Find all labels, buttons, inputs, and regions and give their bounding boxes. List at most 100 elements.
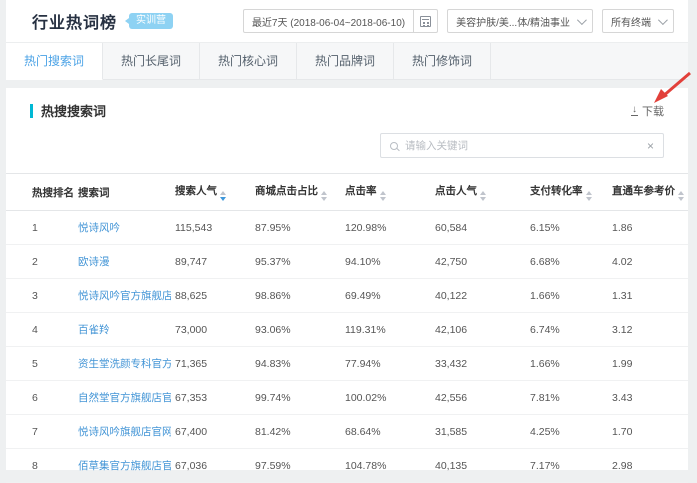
tab-hot-core-words[interactable]: 热门核心词 — [200, 43, 297, 80]
cell-rank: 2 — [6, 245, 74, 279]
col-header-mall-click-ratio[interactable]: 商城点击占比 — [251, 174, 341, 211]
cell-search-popularity: 73,000 — [171, 313, 251, 347]
toolbar: 最近7天 (2018-06-04~2018-06-10) 美容护肤/美...体/… — [243, 9, 674, 33]
cell-mall-click-ratio: 98.86% — [251, 279, 341, 313]
sort-icon — [321, 191, 327, 201]
cell-mall-click-ratio: 97.59% — [251, 449, 341, 483]
cell-keyword: 悦诗风吟 — [74, 211, 171, 245]
keyword-link[interactable]: 悦诗风吟官方旗舰店.. — [78, 290, 171, 302]
tab-hot-longtail-words[interactable]: 热门长尾词 — [103, 43, 200, 80]
cell-keyword: 佰草集官方旗舰店官网 — [74, 449, 171, 483]
keyword-link[interactable]: 自然堂官方旗舰店官.. — [78, 392, 171, 404]
tab-hot-brand-words[interactable]: 热门品牌词 — [297, 43, 394, 80]
cell-search-popularity: 115,543 — [171, 211, 251, 245]
calendar-button[interactable] — [413, 10, 437, 32]
table-row: 8 佰草集官方旗舰店官网 67,036 97.59% 104.78% 40,13… — [6, 449, 688, 483]
cell-click-popularity: 42,106 — [431, 313, 526, 347]
cell-keyword: 悦诗风吟官方旗舰店.. — [74, 279, 171, 313]
col-header-click-rate[interactable]: 点击率 — [341, 174, 431, 211]
cell-click-rate: 119.31% — [341, 313, 431, 347]
cell-pay-conversion: 7.81% — [526, 381, 608, 415]
cell-click-rate: 104.78% — [341, 449, 431, 483]
sort-icon — [678, 191, 684, 201]
cell-search-popularity: 71,365 — [171, 347, 251, 381]
cell-ztc-ref-price: 1.86 — [608, 211, 688, 245]
cell-click-rate: 77.94% — [341, 347, 431, 381]
cell-click-rate: 69.49% — [341, 279, 431, 313]
cell-search-popularity: 67,036 — [171, 449, 251, 483]
cell-click-popularity: 42,556 — [431, 381, 526, 415]
cell-ztc-ref-price: 3.12 — [608, 313, 688, 347]
cell-ztc-ref-price: 1.99 — [608, 347, 688, 381]
download-button[interactable]: ↓ 下载 — [631, 103, 664, 119]
keyword-link[interactable]: 佰草集官方旗舰店官网 — [78, 460, 171, 472]
industry-select-value: 美容护肤/美...体/精油事业 — [456, 14, 570, 29]
cell-keyword: 百雀羚 — [74, 313, 171, 347]
section-head: 热搜搜索词 ↓ 下载 — [6, 88, 688, 120]
col-header-click-popularity[interactable]: 点击人气 — [431, 174, 526, 211]
promo-badge-label: 实训营 — [136, 15, 166, 26]
sort-icon — [220, 191, 226, 201]
table-row: 5 资生堂洗颜专科官方旗舰 71,365 94.83% 77.94% 33,43… — [6, 347, 688, 381]
search-input[interactable] — [405, 140, 640, 152]
clear-icon[interactable]: × — [647, 140, 654, 152]
device-select-value: 所有终端 — [611, 14, 651, 29]
col-header-pay-conversion[interactable]: 支付转化率 — [526, 174, 608, 211]
content-card: 热搜搜索词 ↓ 下载 × 热搜排名 搜索词 搜索人气 商城点击占比 点击率 点击… — [6, 88, 688, 470]
cell-keyword: 悦诗风吟旗舰店官网 — [74, 415, 171, 449]
search-row: × — [6, 120, 688, 158]
table-row: 6 自然堂官方旗舰店官.. 67,353 99.74% 100.02% 42,5… — [6, 381, 688, 415]
cell-ztc-ref-price: 3.43 — [608, 381, 688, 415]
tab-hot-search-words[interactable]: 热门搜索词 — [6, 43, 103, 80]
table-row: 1 悦诗风吟 115,543 87.95% 120.98% 60,584 6.1… — [6, 211, 688, 245]
sort-icon — [586, 191, 592, 201]
section-accent-bar — [30, 104, 33, 118]
cell-search-popularity: 88,625 — [171, 279, 251, 313]
tab-hot-modifier-words[interactable]: 热门修饰词 — [394, 43, 491, 80]
sort-icon — [380, 191, 386, 201]
keyword-link[interactable]: 百雀羚 — [78, 324, 110, 336]
device-select[interactable]: 所有终端 — [602, 9, 674, 33]
section-title: 热搜搜索词 — [41, 101, 106, 120]
table-header-row: 热搜排名 搜索词 搜索人气 商城点击占比 点击率 点击人气 支付转化率 直通车参… — [6, 174, 688, 211]
industry-select[interactable]: 美容护肤/美...体/精油事业 — [447, 9, 593, 33]
col-header-keyword: 搜索词 — [74, 174, 171, 211]
date-range-text: 最近7天 (2018-06-04~2018-06-10) — [244, 14, 413, 29]
col-header-search-popularity[interactable]: 搜索人气 — [171, 174, 251, 211]
keyword-link[interactable]: 悦诗风吟旗舰店官网 — [78, 426, 171, 438]
cell-click-rate: 100.02% — [341, 381, 431, 415]
keyword-link[interactable]: 悦诗风吟 — [78, 222, 120, 234]
tab-bar-filler — [491, 43, 688, 80]
table-row: 2 欧诗漫 89,747 95.37% 94.10% 42,750 6.68% … — [6, 245, 688, 279]
cell-mall-click-ratio: 81.42% — [251, 415, 341, 449]
cell-click-rate: 94.10% — [341, 245, 431, 279]
cell-click-rate: 120.98% — [341, 211, 431, 245]
calendar-icon — [420, 16, 431, 27]
cell-pay-conversion: 6.15% — [526, 211, 608, 245]
cell-pay-conversion: 1.66% — [526, 347, 608, 381]
promo-badge[interactable]: 实训营 — [129, 13, 173, 29]
chevron-down-icon — [658, 15, 668, 25]
chevron-down-icon — [577, 15, 587, 25]
col-header-rank: 热搜排名 — [6, 174, 74, 211]
cell-pay-conversion: 6.68% — [526, 245, 608, 279]
cell-click-popularity: 33,432 — [431, 347, 526, 381]
col-header-ztc-ref-price[interactable]: 直通车参考价 — [608, 174, 688, 211]
table-row: 7 悦诗风吟旗舰店官网 67,400 81.42% 68.64% 31,585 … — [6, 415, 688, 449]
search-box: × — [380, 133, 664, 158]
cell-pay-conversion: 7.17% — [526, 449, 608, 483]
cell-click-popularity: 40,122 — [431, 279, 526, 313]
date-range-picker[interactable]: 最近7天 (2018-06-04~2018-06-10) — [243, 9, 438, 33]
cell-click-popularity: 60,584 — [431, 211, 526, 245]
cell-rank: 1 — [6, 211, 74, 245]
keyword-link[interactable]: 欧诗漫 — [78, 256, 110, 268]
cell-pay-conversion: 1.66% — [526, 279, 608, 313]
cell-mall-click-ratio: 94.83% — [251, 347, 341, 381]
cell-keyword: 欧诗漫 — [74, 245, 171, 279]
cell-mall-click-ratio: 99.74% — [251, 381, 341, 415]
section-title-wrap: 热搜搜索词 — [30, 101, 106, 120]
cell-rank: 8 — [6, 449, 74, 483]
cell-rank: 5 — [6, 347, 74, 381]
table-row: 4 百雀羚 73,000 93.06% 119.31% 42,106 6.74%… — [6, 313, 688, 347]
keyword-link[interactable]: 资生堂洗颜专科官方旗舰 — [78, 358, 171, 370]
